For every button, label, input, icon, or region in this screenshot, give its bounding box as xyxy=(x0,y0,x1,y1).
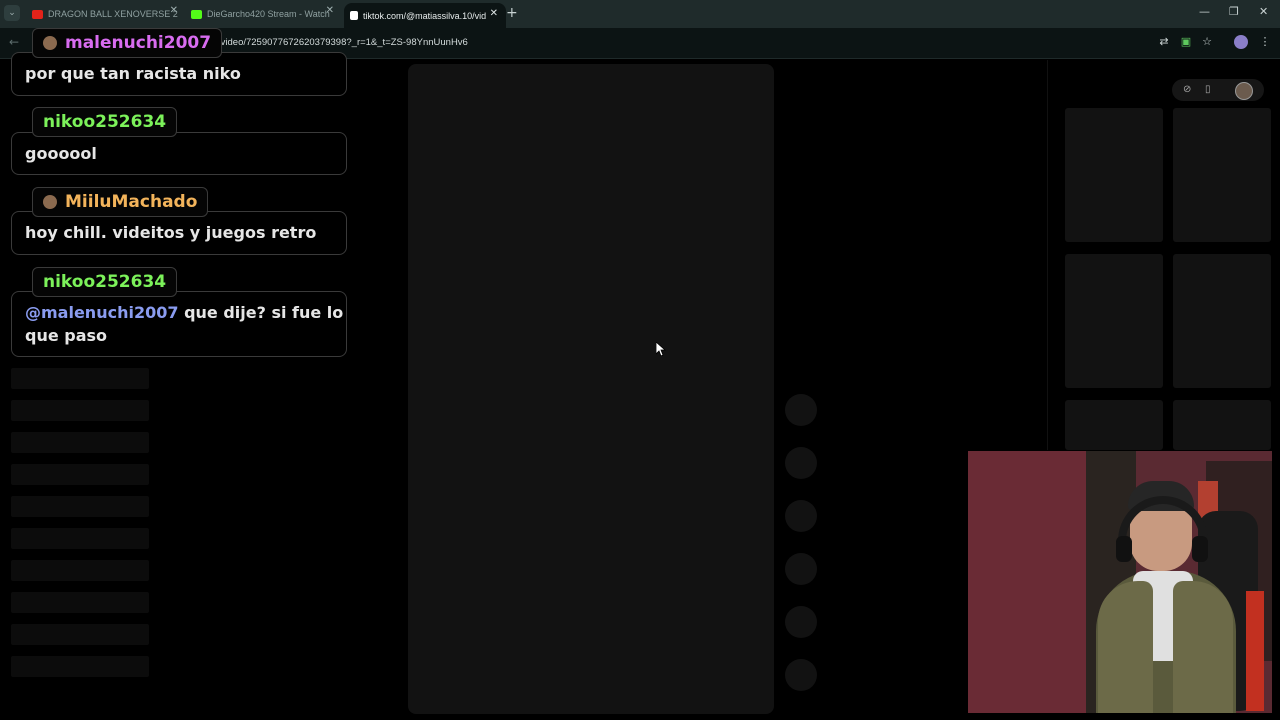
chat-message-text: hoy chill. videitos y juegos retro xyxy=(25,223,317,242)
translate-icon[interactable]: ⇄ xyxy=(1157,35,1171,49)
restore-icon[interactable]: ❐ xyxy=(1229,5,1239,18)
minimize-icon[interactable]: — xyxy=(1199,5,1210,18)
chat-mention: @malenuchi2007 xyxy=(25,303,179,322)
new-tab-button[interactable]: + xyxy=(506,5,518,21)
chat-username-pill: nikoo252634 xyxy=(32,267,178,297)
video-thumbnail[interactable] xyxy=(1065,254,1163,388)
chat-username-pill: malenuchi2007 xyxy=(32,28,223,58)
video-thumbnail[interactable] xyxy=(1065,108,1163,242)
user-avatar-icon xyxy=(43,36,57,50)
comment-button[interactable] xyxy=(785,447,817,479)
kebab-menu-icon[interactable]: ⋮ xyxy=(1258,35,1272,49)
column-divider xyxy=(1047,60,1048,450)
action-button[interactable] xyxy=(785,606,817,638)
youtube-icon xyxy=(32,9,43,19)
share-button[interactable] xyxy=(785,553,817,585)
close-window-icon[interactable]: ✕ xyxy=(1259,5,1268,18)
webcam-overlay xyxy=(968,451,1272,713)
tab-title: DieGarcho420 Stream - Watch xyxy=(207,9,330,19)
back-arrow-icon[interactable]: ← xyxy=(9,35,19,49)
bookmark-button[interactable] xyxy=(785,500,817,532)
close-tab-icon[interactable]: ✕ xyxy=(326,5,334,16)
compass-icon[interactable]: ⊘ xyxy=(1183,84,1191,95)
profile-avatar[interactable] xyxy=(1234,35,1248,49)
tab-kick-stream[interactable]: DieGarcho420 Stream - Watch ✕ xyxy=(191,5,334,23)
video-thumbnail[interactable] xyxy=(1173,400,1271,450)
chat-username-pill: nikoo252634 xyxy=(32,107,178,137)
chat-message-text-line2: que paso xyxy=(25,326,108,345)
chat-username: MiiluMachado xyxy=(65,192,198,212)
chat-message: por que tan racista niko xyxy=(11,52,347,96)
chat-message-text: que dije? si fue lo xyxy=(184,303,344,322)
tab-title: DRAGON BALL XENOVERSE 2 xyxy=(48,9,178,19)
close-tab-icon[interactable]: ✕ xyxy=(490,8,498,19)
user-avatar[interactable] xyxy=(1235,82,1253,100)
chat-message-text: por que tan racista niko xyxy=(25,64,241,83)
tab-dragon-ball[interactable]: DRAGON BALL XENOVERSE 2 ✕ xyxy=(32,5,178,23)
user-avatar-icon xyxy=(43,195,57,209)
tiktok-icon xyxy=(350,11,358,20)
chat-username: nikoo252634 xyxy=(43,112,167,132)
video-thumbnail[interactable] xyxy=(1173,108,1271,242)
video-thumbnail[interactable] xyxy=(1173,254,1271,388)
video-thumbnail[interactable] xyxy=(1065,400,1163,450)
cast-icon[interactable]: ▣ xyxy=(1179,35,1193,49)
tab-search-icon[interactable]: ⌄ xyxy=(4,5,20,21)
tab-title: tiktok.com/@matiassilva.10/vid xyxy=(363,10,487,21)
chat-username: nikoo252634 xyxy=(43,272,167,292)
kick-icon xyxy=(191,9,202,19)
chat-message: hoy chill. videitos y juegos retro xyxy=(11,211,347,255)
video-player[interactable] xyxy=(408,64,774,714)
close-tab-icon[interactable]: ✕ xyxy=(170,5,178,16)
tab-strip: ⌄ DRAGON BALL XENOVERSE 2 ✕ DieGarcho420… xyxy=(0,0,1280,28)
chat-username: malenuchi2007 xyxy=(65,33,212,53)
music-button[interactable] xyxy=(785,659,817,691)
star-icon[interactable]: ☆ xyxy=(1200,35,1214,49)
phone-icon[interactable]: ▯ xyxy=(1205,84,1211,95)
chat-message: @malenuchi2007 que dije? si fue lo que p… xyxy=(11,291,347,357)
like-button[interactable] xyxy=(785,394,817,426)
chat-username-pill: MiiluMachado xyxy=(32,187,209,217)
chat-message-line: @malenuchi2007 que dije? si fue lo xyxy=(25,301,343,324)
chat-message: goooool xyxy=(11,132,347,175)
tab-tiktok[interactable]: tiktok.com/@matiassilva.10/vid ✕ xyxy=(344,3,506,28)
chat-message-text: goooool xyxy=(25,144,97,163)
url-text[interactable]: /video/7259077672620379398?_r=1&_t=ZS-98… xyxy=(218,37,468,48)
